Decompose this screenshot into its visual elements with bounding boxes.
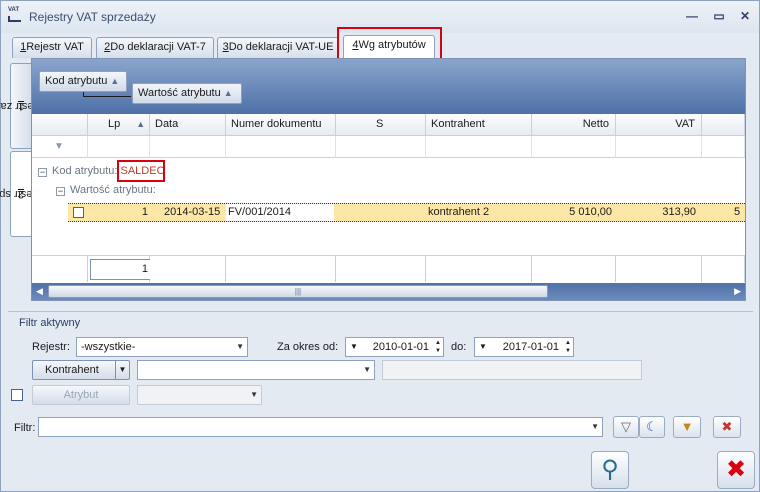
cell-more: 5 bbox=[734, 206, 741, 218]
row-count: 1 bbox=[90, 259, 152, 280]
collapse-icon[interactable]: − bbox=[56, 187, 65, 196]
group-by-area: Kod atrybutu ▲ Wartość atrybutu ▲ bbox=[32, 59, 745, 114]
sort-asc-icon: ▲ bbox=[136, 119, 146, 129]
kontrahent-button[interactable]: Kontrahent ▼ bbox=[32, 360, 130, 380]
table-row[interactable]: 1 2014-03-15 FV/001/2014 kontrahent 2 5 … bbox=[68, 203, 745, 222]
footer-cell bbox=[532, 255, 616, 282]
spinner-icon[interactable]: ▲ ▼ bbox=[435, 339, 441, 355]
cell-data: 2014-03-15 bbox=[164, 206, 221, 218]
footer-cell bbox=[150, 255, 226, 282]
cell-s bbox=[336, 204, 426, 221]
atrybut-checkbox[interactable] bbox=[11, 389, 23, 401]
side-tab-rejestr-spr[interactable]: 2 Rejestr spr. bbox=[0, 151, 49, 237]
footer-cell bbox=[426, 255, 532, 282]
chevron-down-icon: ▼ bbox=[363, 365, 371, 374]
filter-section-title: Filtr aktywny bbox=[19, 317, 81, 329]
okres-label: Za okres od: bbox=[277, 341, 339, 353]
maximize-icon[interactable]: ▭ bbox=[710, 7, 728, 25]
preview-magnifier-icon[interactable]: ⚲ bbox=[591, 451, 629, 489]
side-tab-rejestr-zak[interactable]: 1 Rejestr zak. bbox=[0, 63, 50, 149]
cell-netto: 5 010,00 bbox=[569, 206, 612, 218]
do-label: do: bbox=[451, 341, 467, 353]
tab-do-deklaracji-vat-7[interactable]: 2Do deklaracji VAT-7 bbox=[96, 37, 214, 58]
scroll-right-icon[interactable]: ▶ bbox=[734, 286, 741, 297]
collapse-icon[interactable]: − bbox=[38, 168, 47, 177]
cell-vat: 313,90 bbox=[662, 206, 696, 218]
scroll-thumb[interactable]: ||| bbox=[48, 285, 548, 298]
group-chip-wartosc-atrybutu[interactable]: Wartość atrybutu ▲ bbox=[132, 83, 242, 104]
column-header-data[interactable]: Data bbox=[150, 114, 226, 136]
window-title: Rejestry VAT sprzedaży bbox=[29, 10, 156, 24]
footer-cell bbox=[32, 255, 88, 282]
footer-cell bbox=[702, 255, 745, 282]
spinner-icon[interactable]: ▲ ▼ bbox=[565, 339, 571, 355]
row-checkbox[interactable] bbox=[73, 207, 84, 218]
close-icon[interactable]: ✕ bbox=[736, 7, 754, 25]
chevron-down-icon[interactable]: ▼ bbox=[115, 361, 129, 379]
rejestr-select[interactable]: -wszystkie- ▼ bbox=[76, 337, 248, 357]
atrybut-select: ▼ bbox=[137, 385, 262, 405]
kontrahent-name-field bbox=[382, 360, 642, 380]
filter-funnel-icon[interactable]: ▽ bbox=[613, 416, 639, 438]
group-row-wartosc-atrybutu[interactable]: − Wartość atrybutu: bbox=[56, 184, 156, 196]
filtr-expression-field[interactable]: ▼ bbox=[38, 417, 603, 437]
horizontal-scrollbar[interactable]: ◀ ||| ▶ bbox=[32, 283, 745, 300]
column-header-numer-dokumentu[interactable]: Numer dokumentu bbox=[226, 114, 336, 136]
filter-row-cell[interactable] bbox=[226, 136, 336, 158]
filter-moon-icon[interactable]: ☾ bbox=[639, 416, 665, 438]
filter-row-cell[interactable] bbox=[150, 136, 226, 158]
chevron-down-icon[interactable]: ▼ bbox=[350, 338, 358, 356]
filter-row-cell[interactable] bbox=[336, 136, 426, 158]
window: VAT Rejestry VAT sprzedaży — ▭ ✕ 1Rejest… bbox=[0, 0, 760, 492]
filter-row-cell[interactable] bbox=[426, 136, 532, 158]
app-vat-icon: VAT bbox=[8, 7, 22, 23]
footer-cell bbox=[226, 255, 336, 282]
sort-asc-icon: ▲ bbox=[110, 76, 120, 86]
filter-row-cell[interactable] bbox=[88, 136, 150, 158]
tab-rejestr-vat[interactable]: 1Rejestr VAT bbox=[12, 37, 92, 58]
column-header-vat[interactable]: VAT bbox=[616, 114, 702, 136]
column-header-lp[interactable]: Lp ▲ bbox=[88, 114, 150, 136]
filter-wizard-icon[interactable]: ▼ bbox=[673, 416, 701, 438]
rejestr-label: Rejestr: bbox=[32, 341, 70, 353]
footer-cell bbox=[336, 255, 426, 282]
column-header-netto[interactable]: Netto bbox=[532, 114, 616, 136]
group-chip-kod-atrybutu[interactable]: Kod atrybutu ▲ bbox=[39, 71, 127, 92]
filter-row-cell[interactable] bbox=[702, 136, 745, 158]
close-window-x-icon[interactable]: ✖ bbox=[717, 451, 755, 489]
filter-clear-icon[interactable]: ✖ bbox=[713, 416, 741, 438]
column-header-more[interactable] bbox=[702, 114, 745, 136]
chevron-down-icon: ▼ bbox=[236, 342, 244, 351]
cell-lp: 1 bbox=[141, 206, 148, 218]
chevron-down-icon: ▼ bbox=[250, 390, 258, 399]
scroll-left-icon[interactable]: ◀ bbox=[36, 286, 43, 297]
filtr-label: Filtr: bbox=[14, 422, 36, 434]
documents-grid: Kod atrybutu ▲ Wartość atrybutu ▲ Lp ▲ Data… bbox=[31, 58, 746, 301]
minimize-icon[interactable]: — bbox=[683, 7, 701, 25]
kontrahent-select[interactable]: ▼ bbox=[137, 360, 375, 380]
column-header-indicator bbox=[32, 114, 88, 136]
filter-row-cell[interactable] bbox=[616, 136, 702, 158]
chevron-down-icon[interactable]: ▼ bbox=[479, 338, 487, 356]
sort-asc-icon: ▲ bbox=[223, 88, 233, 98]
atrybut-button: Atrybut bbox=[32, 385, 130, 405]
column-header-s[interactable]: S bbox=[336, 114, 426, 136]
column-header-kontrahent[interactable]: Kontrahent bbox=[426, 114, 532, 136]
group-value-highlight-frame bbox=[117, 160, 165, 182]
chevron-down-icon: ▼ bbox=[591, 422, 599, 431]
tab-do-deklaracji-vat-ue[interactable]: 3Do deklaracji VAT-UE bbox=[217, 37, 339, 58]
cell-kontrahent: kontrahent 2 bbox=[428, 206, 490, 218]
date-to-field[interactable]: ▼ 2017-01-01 ▲ ▼ bbox=[474, 337, 574, 357]
footer-cell bbox=[616, 255, 702, 282]
filter-row-cell[interactable] bbox=[532, 136, 616, 158]
cell-numer-dokumentu[interactable]: FV/001/2014 bbox=[226, 204, 334, 221]
group-connector bbox=[83, 92, 131, 97]
filter-row-funnel-icon[interactable]: ▼ bbox=[54, 141, 64, 152]
date-from-field[interactable]: ▼ 2010-01-01 ▲ ▼ bbox=[345, 337, 444, 357]
